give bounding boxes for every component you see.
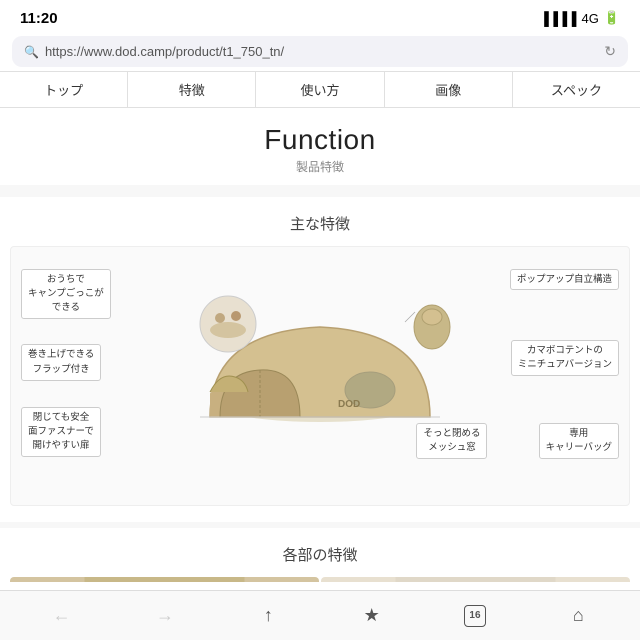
- network-type: 4G: [581, 11, 598, 26]
- label-popup: ポップアップ自立構造: [510, 269, 619, 290]
- label-miniature: カマボコテントのミニチュアバージョン: [511, 340, 619, 377]
- url-text: https://www.dod.camp/product/t1_750_tn/: [45, 44, 598, 59]
- features-diagram: DOD おうちでキャ: [10, 246, 630, 506]
- pages-button[interactable]: 16: [455, 596, 495, 636]
- status-bar: 11:20 ▐▐▐▐ 4G 🔋: [0, 0, 640, 32]
- home-button[interactable]: ⌂: [558, 596, 598, 636]
- tab-top[interactable]: トップ: [0, 72, 128, 107]
- tab-usage[interactable]: 使い方: [256, 72, 384, 107]
- tab-images[interactable]: 画像: [385, 72, 513, 107]
- label-mesh-window: そっと閉めるメッシュ窓: [416, 423, 487, 460]
- function-title: Function: [0, 124, 640, 156]
- parts-section: 各部の特徴 DOD: [0, 528, 640, 582]
- main-features-section: 主な特徴: [0, 197, 640, 522]
- label-flap: 巻き上げできるフラップ付き: [21, 344, 101, 381]
- browser-toolbar: ← → ↑ ★ 16 ⌂: [0, 590, 640, 640]
- parts-image-1: DOD: [10, 577, 319, 582]
- reload-icon[interactable]: ↻: [604, 43, 616, 60]
- share-button[interactable]: ↑: [248, 596, 288, 636]
- label-safe-door: 閉じても安全面ファスナーで開けやすい扉: [21, 407, 101, 458]
- label-indoor-play: おうちでキャンプごっこができる: [21, 269, 111, 320]
- tent-illustration: DOD おうちでキャ: [21, 257, 619, 487]
- bookmark-button[interactable]: ★: [352, 596, 392, 636]
- parts-images-row: DOD: [0, 577, 640, 582]
- label-carry-bag: 専用キャリーバッグ: [539, 423, 619, 460]
- function-section: Function 製品特徴: [0, 108, 640, 191]
- main-features-title: 主な特徴: [0, 213, 640, 234]
- main-content: Function 製品特徴 主な特徴: [0, 108, 640, 582]
- address-bar[interactable]: 🔍 https://www.dod.camp/product/t1_750_tn…: [12, 36, 628, 67]
- signal-bars-icon: ▐▐▐▐: [540, 11, 577, 26]
- tab-spec[interactable]: スペック: [513, 72, 640, 107]
- function-subtitle: 製品特徴: [0, 158, 640, 175]
- search-icon: 🔍: [24, 45, 39, 59]
- forward-button[interactable]: →: [145, 596, 185, 636]
- parts-image-2: [321, 577, 630, 582]
- tab-features[interactable]: 特徴: [128, 72, 256, 107]
- status-time: 11:20: [20, 10, 58, 27]
- svg-text:DOD: DOD: [338, 399, 360, 410]
- page-count: 16: [464, 605, 486, 627]
- status-icons: ▐▐▐▐ 4G 🔋: [540, 10, 620, 26]
- battery-icon: 🔋: [604, 10, 620, 26]
- back-button[interactable]: ←: [42, 596, 82, 636]
- parts-title: 各部の特徴: [0, 544, 640, 565]
- page-nav-tabs: トップ 特徴 使い方 画像 スペック: [0, 71, 640, 108]
